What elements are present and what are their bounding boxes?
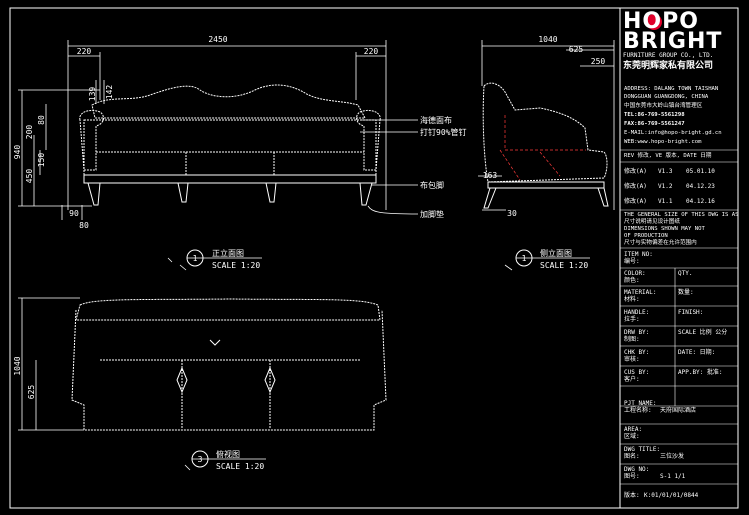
address-line: ADDRESS: DALANG TOWN TAISHAN [624,86,719,92]
field-drawn-by: DRW BY: SCALE 比例 公分 制图: [624,329,728,343]
revision-row: 修改(A) V1.2 04.12.23 [624,183,715,190]
dim-front-seat-h3: 150 [37,153,46,168]
field-version: 版本: K:01/01/01/0844 [624,492,699,499]
dim-front-back-3: 80 [37,115,46,125]
front-sofa-left-arm [79,109,104,171]
field-color: COLOR: QTY. 颜色: [624,270,693,284]
address-line: 中国东莞市大岭山镇台湾管理区 [624,103,703,109]
brand-block: HOPO BRIGHT FURNITURE GROUP CO., LTD. 东莞… [623,11,731,72]
top-view-scale: SCALE 1:20 [216,462,264,471]
dim-top-seat: 625 [27,385,36,400]
dim-side-depth: 1040 [538,35,557,44]
front-sofa-back [91,84,366,119]
dim-front-arm-left: 220 [77,47,92,56]
front-sofa-leg [87,182,101,206]
field-area: AREA: 区域: [624,426,643,440]
callout-piping: 打钉90%管钉 [420,127,466,137]
field-item-no: ITEM NO: 编号: [624,251,653,265]
side-sofa-profile [482,82,608,183]
dim-side-bottom: 30 [507,209,517,218]
dim-front-leg-2: 80 [79,221,89,230]
top-view-number: 3 [198,455,203,464]
side-view-scale: SCALE 1:20 [540,261,588,270]
callout-leaders [360,119,419,215]
callout-leg: 加脚垫 [420,209,444,219]
top-sofa-outline [71,309,387,431]
dim-front-height: 940 [13,145,22,160]
revision-row: 修改(A) V1.1 04.12.16 [624,198,715,205]
address-line: TEL:86-769-5561298 [624,112,685,118]
field-dwg-no: DWG NO: 图号: S-1 1/1 [624,466,686,480]
dim-side-leg: 163 [483,171,498,180]
revision-row: 修改(A) V1.3 05.01.10 [624,168,715,175]
side-hatch [499,115,586,181]
dim-side-arm: 250 [591,57,606,66]
dim-front-back-1: 139 [88,87,97,102]
callout-fabric: 海德面布 [420,115,452,125]
dim-front-seat-h1: 450 [25,169,34,184]
top-view-sofa [71,298,387,431]
front-dimensions [18,40,387,220]
callout-wrap: 布包脚 [420,180,444,190]
note-line: OF PRODUCTION [624,233,668,239]
dim-side-top: 625 [569,45,584,54]
address-line: FAX:86-769-5561247 [624,121,685,127]
note-line: DIMENSIONS SHOWN MAY NOT [624,226,705,232]
note-line: THE GENERAL SIZE OF THIS DWG IS AS [624,212,739,218]
top-view-title: 俯视图 [216,449,240,459]
field-handle: HANDLE: FINISH: 拉手: [624,309,704,323]
front-sofa-leg [265,182,277,203]
top-sofa-back [75,298,381,321]
address-line: DONGGUAN GUANGDONG, CHINA [624,94,709,100]
side-view-number: 1 [522,254,527,263]
address-line: WEB:www.hopo-bright.com [624,139,702,145]
field-material: MATERIAL: 数量: 材料: [624,289,694,303]
field-checked-by: CHK BY: DATE: 日期: 审核: [624,349,716,363]
front-view-sofa [79,84,381,206]
front-sofa-right-arm [356,109,381,171]
dim-front-arm-right: 220 [364,47,379,56]
front-view-scale: SCALE 1:20 [212,261,260,270]
brand-chinese: 东莞明辉家私有限公司 [623,61,714,71]
field-customer: CUS BY: APP.BY: 批准: 客户: [624,369,723,383]
dim-front-seat-h2: 200 [25,125,34,140]
note-line: 尺寸与实物偏差在允许范围内 [624,240,697,246]
front-sofa-leg [177,182,189,203]
dim-front-width: 2450 [208,35,227,44]
dim-front-back-2: 142 [105,85,114,100]
dim-top-depth: 1040 [13,356,22,375]
front-sofa-leg [359,182,373,206]
field-project: PJT NAME: 工程名称: 天府国际酒店 [624,400,697,414]
address-line: E-MAIL:info@hopo-bright.gd.cn [624,130,722,136]
front-sofa-body [83,119,377,176]
brand-name: BRIGHT [623,29,723,54]
side-sofa-leg [597,187,609,207]
dimension-labels: 2450 220 220 940 450 200 150 139 142 80 … [13,35,605,399]
field-dwg-title: DWG TITLE: 图名: 三位沙发 [624,446,685,460]
side-view-title: 侧立面图 [540,248,572,258]
side-view-sofa [482,82,609,209]
note-line: 尺寸说明请见设计图纸 [624,219,680,225]
dim-front-leg-1: 90 [69,209,79,218]
side-sofa-leg [483,187,497,209]
front-view-title: 正立面图 [212,248,244,258]
revision-header: REV 修改, VE 版本, DATE 日期 [624,153,712,159]
front-view-number: 1 [193,254,198,263]
